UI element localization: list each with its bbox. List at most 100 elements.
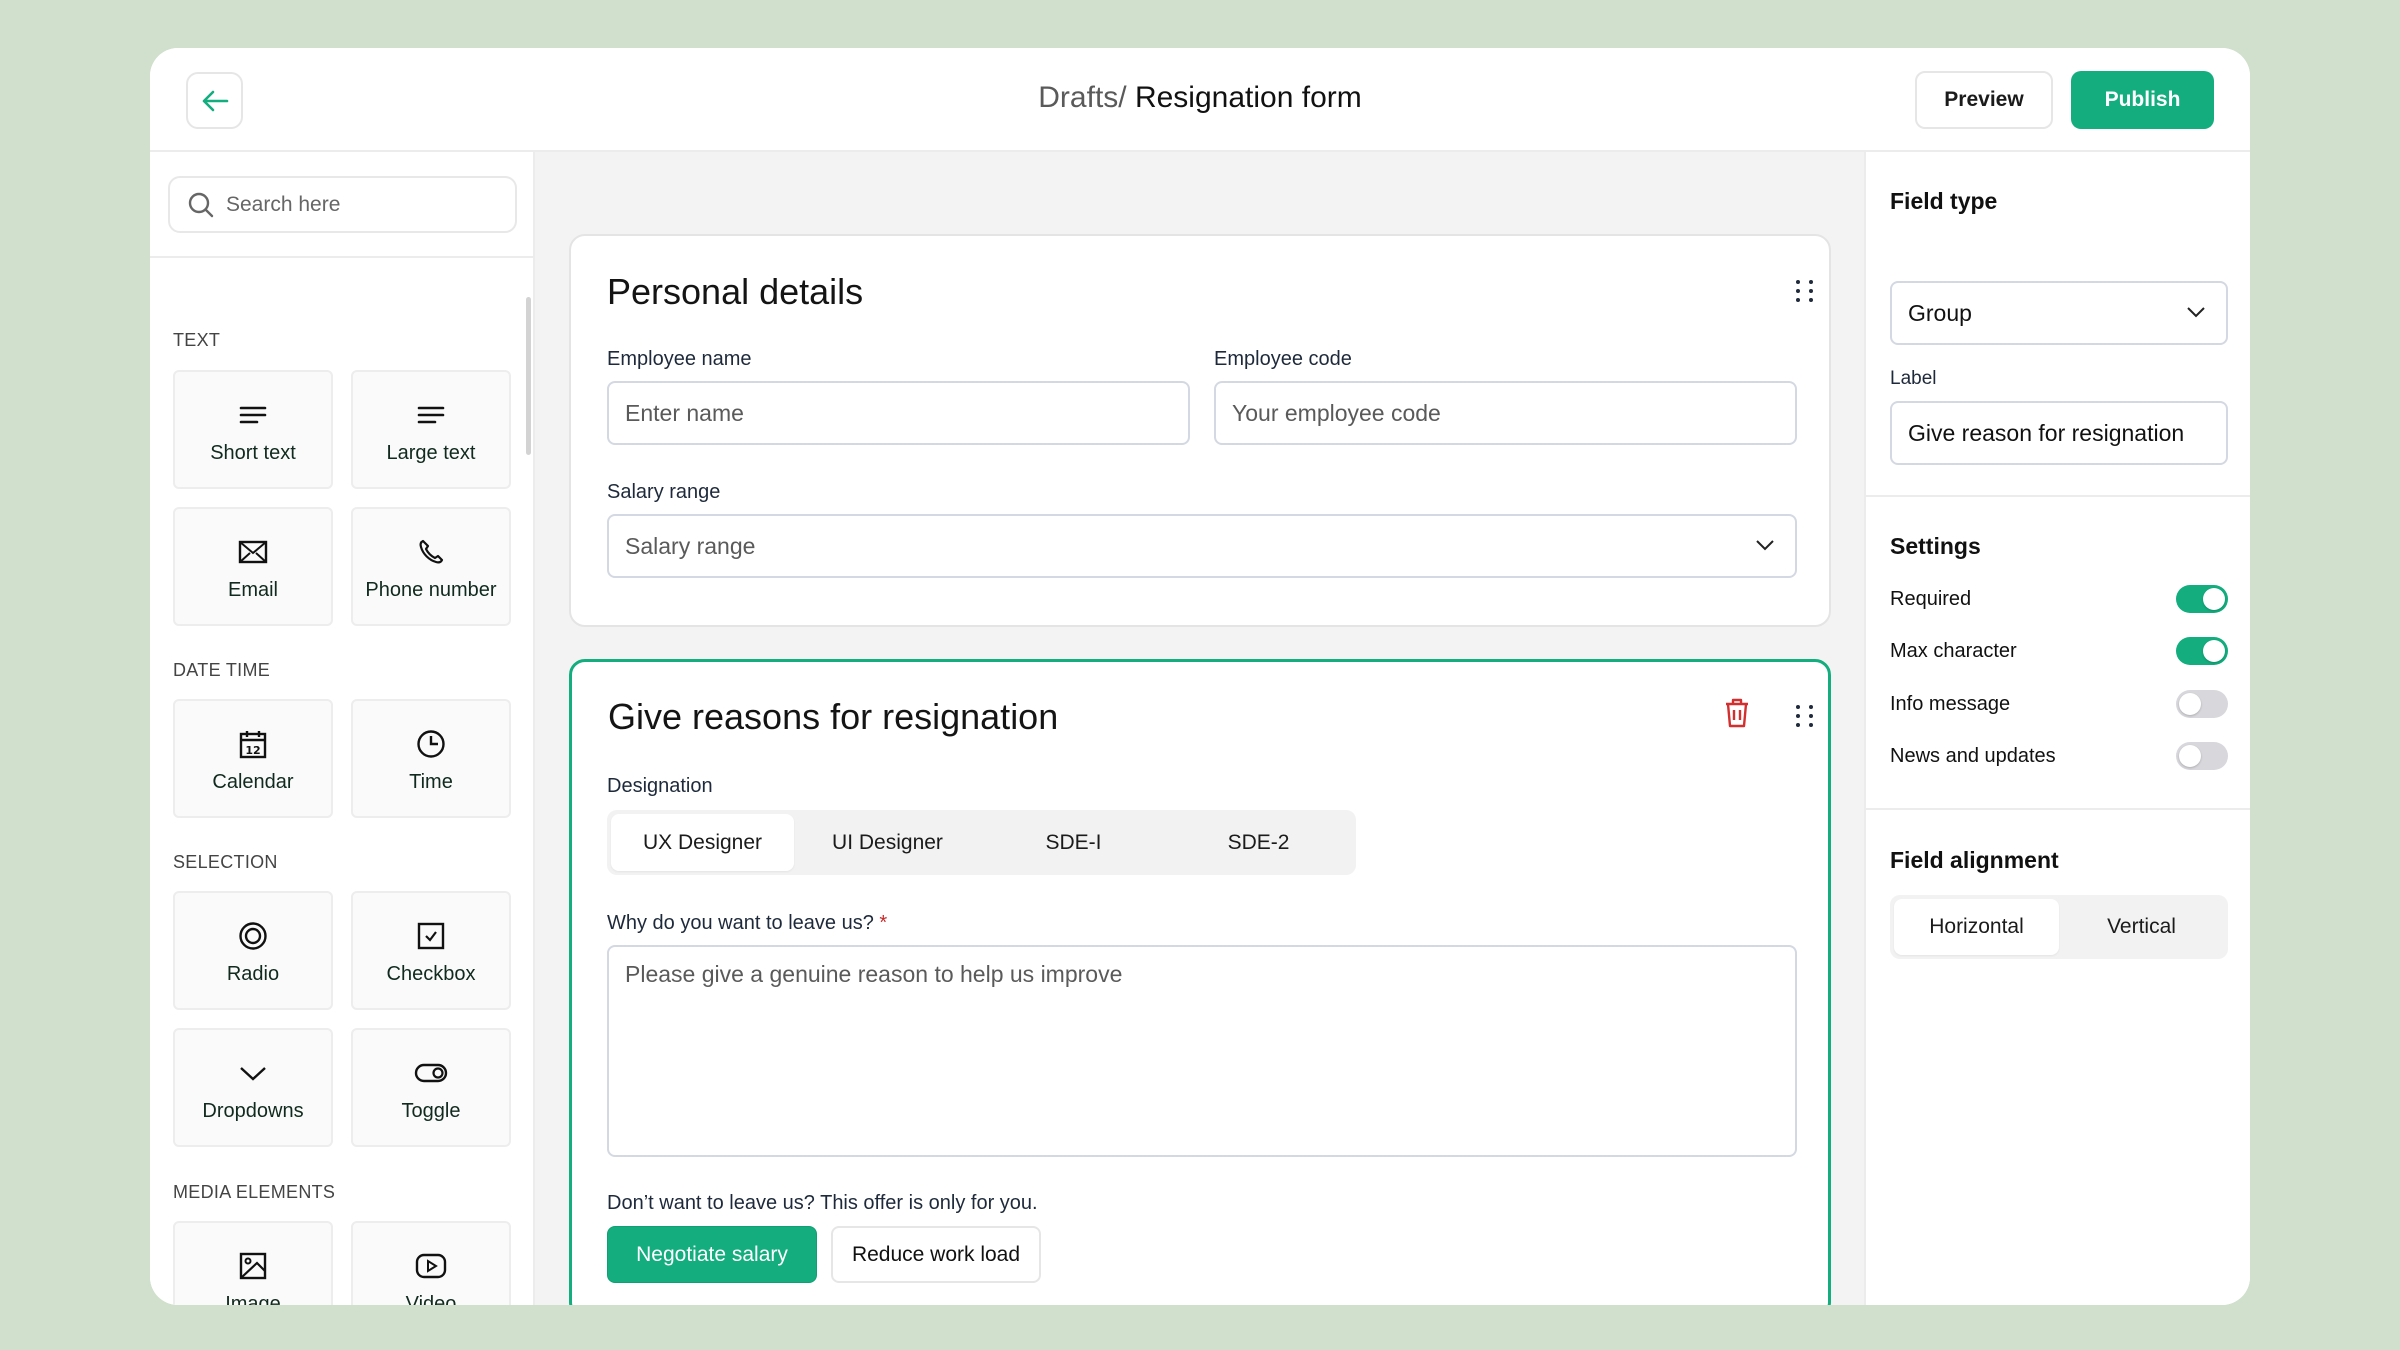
tile-dropdowns[interactable]: Dropdowns	[173, 1028, 333, 1147]
chevron-down-icon	[2187, 307, 2205, 318]
label-title: Label	[1890, 368, 1937, 389]
breadcrumb-parent[interactable]: Drafts/	[1038, 81, 1126, 114]
publish-button[interactable]: Publish	[2071, 71, 2214, 129]
label-value: Give reason for resignation	[1908, 419, 2185, 446]
tile-radio[interactable]: Radio	[173, 891, 333, 1010]
section-title-text: TEXT	[173, 330, 221, 350]
form-canvas: Personal details Employee name Enter nam…	[535, 152, 1864, 1305]
tile-calendar[interactable]: 12 Calendar	[173, 699, 333, 818]
tile-label: Video	[405, 1293, 457, 1305]
radio-icon	[239, 922, 267, 950]
designation-option-ux-designer[interactable]: UX Designer	[611, 814, 794, 871]
negotiate-salary-button[interactable]: Negotiate salary	[607, 1226, 817, 1283]
why-leave-textarea[interactable]: Please give a genuine reason to help us …	[607, 945, 1797, 1157]
setting-label: Max character	[1890, 639, 2017, 662]
chevron-down-icon	[240, 1067, 266, 1081]
required-asterisk: *	[879, 912, 888, 934]
tile-label: Short text	[210, 442, 296, 464]
employee-code-placeholder: Your employee code	[1232, 399, 1441, 426]
image-icon	[239, 1252, 267, 1280]
trash-icon[interactable]	[1724, 698, 1750, 728]
section-title-date-time: DATE TIME	[173, 660, 271, 680]
calendar-icon: 12	[239, 731, 267, 759]
video-icon	[415, 1253, 447, 1279]
employee-code-label: Employee code	[1214, 348, 1352, 370]
offer-text: Don’t want to leave us? This offer is on…	[607, 1192, 1038, 1214]
section-title-selection: SELECTION	[173, 852, 278, 872]
designation-segmented-control: UX Designer UI Designer SDE-I SDE-2	[607, 810, 1356, 875]
section-title-media: MEDIA ELEMENTS	[173, 1182, 336, 1202]
email-icon	[238, 540, 268, 564]
salary-range-select[interactable]: Salary range	[607, 514, 1797, 578]
drag-handle-icon[interactable]	[1796, 705, 1814, 727]
settings-title: Settings	[1890, 533, 1981, 559]
salary-range-placeholder: Salary range	[625, 532, 756, 559]
tile-label: Image	[225, 1293, 281, 1305]
tile-toggle[interactable]: Toggle	[351, 1028, 511, 1147]
why-leave-label: Why do you want to leave us? *	[607, 912, 887, 935]
setting-label: Required	[1890, 587, 1972, 610]
alignment-segmented-control: Horizontal Vertical	[1890, 895, 2228, 959]
divider	[1866, 495, 2250, 497]
header: Drafts/ Resignation form Preview Publish	[150, 48, 2250, 152]
why-leave-placeholder: Please give a genuine reason to help us …	[625, 961, 1123, 987]
search-input[interactable]: Search here	[168, 176, 517, 233]
employee-name-input[interactable]: Enter name	[607, 381, 1190, 445]
setting-required: Required	[1890, 584, 2228, 614]
divider	[1866, 808, 2250, 810]
chevron-down-icon	[1756, 540, 1774, 551]
tile-label: Dropdowns	[202, 1100, 304, 1122]
designation-label: Designation	[607, 775, 713, 797]
sidebar: Search here TEXT Short text Large text E…	[150, 152, 535, 1305]
tile-checkbox[interactable]: Checkbox	[351, 891, 511, 1010]
properties-panel: Field type Group Label Give reason for r…	[1864, 152, 2250, 1305]
tile-image[interactable]: Image	[173, 1221, 333, 1305]
setting-info-message: Info message	[1890, 689, 2228, 719]
tile-label: Phone number	[365, 579, 497, 601]
alignment-option-vertical[interactable]: Vertical	[2059, 899, 2224, 955]
tile-label: Email	[227, 579, 278, 601]
divider	[150, 256, 533, 258]
toggle-icon	[414, 1063, 448, 1083]
phone-icon	[419, 539, 444, 564]
tile-phone-number[interactable]: Phone number	[351, 507, 511, 626]
salary-range-label: Salary range	[607, 481, 721, 503]
personal-details-card[interactable]: Personal details Employee name Enter nam…	[569, 234, 1831, 627]
required-toggle[interactable]	[2176, 585, 2228, 613]
tile-label: Large text	[386, 442, 476, 464]
svg-text:12: 12	[245, 744, 260, 757]
reduce-work-load-button[interactable]: Reduce work load	[831, 1226, 1041, 1283]
designation-option-sde-1[interactable]: SDE-I	[981, 814, 1166, 871]
tile-short-text[interactable]: Short text	[173, 370, 333, 489]
page-title: Resignation form	[1126, 81, 1362, 114]
drag-handle-icon[interactable]	[1796, 280, 1814, 302]
tile-time[interactable]: Time	[351, 699, 511, 818]
card-title: Give reasons for resignation	[608, 696, 1059, 737]
tile-video[interactable]: Video	[351, 1221, 511, 1305]
info-message-toggle[interactable]	[2176, 690, 2228, 718]
news-updates-toggle[interactable]	[2176, 742, 2228, 770]
why-leave-text: Why do you want to leave us?	[607, 912, 874, 934]
max-character-toggle[interactable]	[2176, 637, 2228, 665]
large-text-icon	[417, 406, 445, 424]
setting-max-character: Max character	[1890, 636, 2228, 666]
app-window: Drafts/ Resignation form Preview Publish…	[150, 48, 2250, 1305]
label-input[interactable]: Give reason for resignation	[1890, 401, 2228, 465]
employee-code-input[interactable]: Your employee code	[1214, 381, 1797, 445]
field-type-select[interactable]: Group	[1890, 281, 2228, 345]
tile-label: Calendar	[212, 771, 294, 793]
setting-label: Info message	[1890, 692, 2011, 715]
tile-label: Radio	[226, 963, 280, 985]
preview-button[interactable]: Preview	[1915, 71, 2053, 129]
designation-option-ui-designer[interactable]: UI Designer	[794, 814, 981, 871]
tile-large-text[interactable]: Large text	[351, 370, 511, 489]
alignment-option-horizontal[interactable]: Horizontal	[1894, 899, 2059, 955]
tile-email[interactable]: Email	[173, 507, 333, 626]
sidebar-scrollbar[interactable]	[526, 297, 531, 455]
resignation-reasons-card[interactable]: Give reasons for resignation Designation…	[569, 659, 1831, 1305]
card-title: Personal details	[607, 271, 864, 312]
setting-label: News and updates	[1890, 744, 2056, 767]
search-icon	[188, 192, 214, 217]
field-type-title: Field type	[1890, 188, 1998, 214]
designation-option-sde-2[interactable]: SDE-2	[1166, 814, 1351, 871]
